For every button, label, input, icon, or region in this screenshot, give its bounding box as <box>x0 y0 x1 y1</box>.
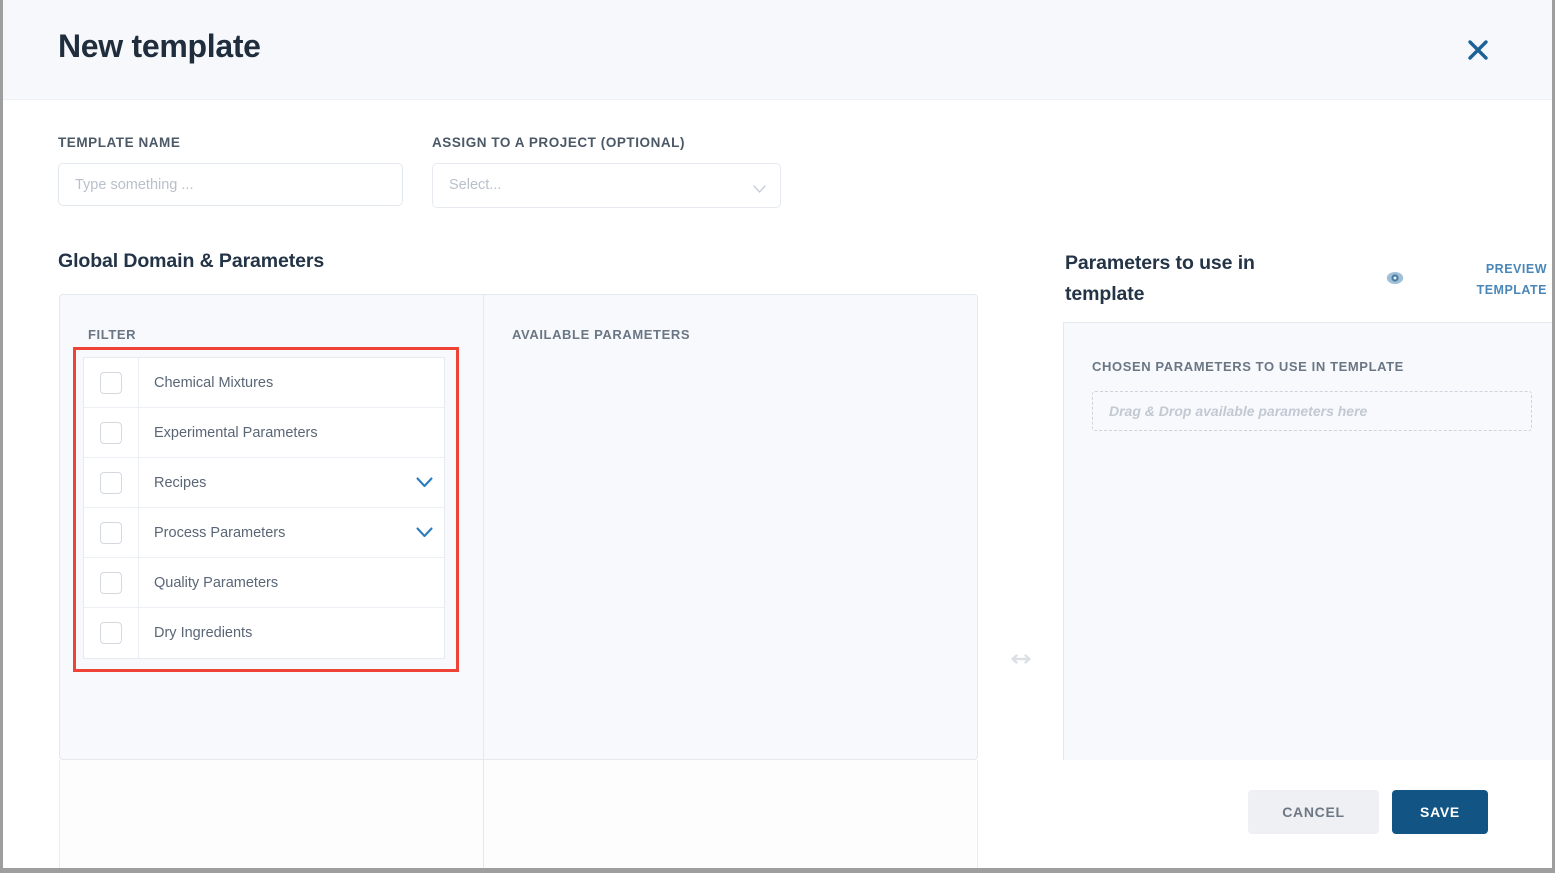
chosen-parameters-panel: CHOSEN PARAMETERS TO USE IN TEMPLATE Dra… <box>1063 322 1552 760</box>
global-domain-section-title: Global Domain & Parameters <box>58 250 325 272</box>
filter-row[interactable]: Chemical Mixtures <box>84 358 444 408</box>
template-name-input[interactable] <box>58 163 403 206</box>
assign-project-value: Select... <box>449 177 502 193</box>
close-icon[interactable] <box>1460 32 1496 68</box>
dropzone-placeholder: Drag & Drop available parameters here <box>1109 403 1368 419</box>
page-title: New template <box>58 28 261 64</box>
filter-row[interactable]: Quality Parameters <box>84 558 444 608</box>
filter-checkbox-cell[interactable] <box>84 508 139 557</box>
filter-checkbox-cell[interactable] <box>84 608 139 658</box>
filter-row[interactable]: Recipes <box>84 458 444 508</box>
filter-row[interactable]: Dry Ingredients <box>84 608 444 658</box>
assign-project-select[interactable]: Select... <box>432 163 781 208</box>
filter-checkbox[interactable] <box>100 521 122 544</box>
assign-project-label: ASSIGN TO A PROJECT (OPTIONAL) <box>432 135 686 150</box>
filter-checkbox[interactable] <box>100 471 122 494</box>
chevron-down-icon[interactable] <box>404 527 444 538</box>
filter-checkbox[interactable] <box>100 622 122 644</box>
horizontal-resize-icon[interactable] <box>1009 650 1033 668</box>
filter-label: Experimental Parameters <box>154 424 318 441</box>
preview-eye-icon[interactable] <box>1385 268 1405 288</box>
filter-checkbox[interactable] <box>100 371 122 394</box>
filter-row[interactable]: Process Parameters <box>84 508 444 558</box>
preview-template-link[interactable]: PREVIEW TEMPLATE <box>1447 259 1547 301</box>
new-template-modal: New template TEMPLATE NAME ASSIGN TO A P… <box>0 0 1555 873</box>
filter-checkbox-cell[interactable] <box>84 408 139 457</box>
filter-checkbox-cell[interactable] <box>84 458 139 507</box>
parameters-dropzone[interactable]: Drag & Drop available parameters here <box>1092 391 1532 431</box>
global-parameters-panel-footer <box>59 760 978 868</box>
save-button[interactable]: SAVE <box>1392 790 1488 834</box>
filter-label: Recipes <box>154 474 207 491</box>
filter-checkbox[interactable] <box>100 421 122 444</box>
panel-column-divider <box>483 294 484 868</box>
filter-column-header: FILTER <box>88 327 137 342</box>
modal-header: New template <box>3 0 1552 100</box>
filter-list: Chemical Mixtures Experimental Parameters… <box>83 357 445 659</box>
filter-checkbox-cell[interactable] <box>84 558 139 607</box>
chosen-parameters-header: CHOSEN PARAMETERS TO USE IN TEMPLATE <box>1092 359 1404 374</box>
filter-label: Quality Parameters <box>154 574 279 591</box>
chevron-down-icon <box>753 181 766 199</box>
filter-checkbox-cell[interactable] <box>84 358 139 407</box>
parameters-section-title: Parameters to use in template <box>1065 252 1255 305</box>
filter-label: Chemical Mixtures <box>154 374 274 391</box>
chevron-down-icon[interactable] <box>404 477 444 488</box>
filter-label: Process Parameters <box>154 524 286 541</box>
available-parameters-column-header: AVAILABLE PARAMETERS <box>512 327 691 342</box>
filter-label: Dry Ingredients <box>154 625 253 641</box>
cancel-button[interactable]: CANCEL <box>1248 790 1379 834</box>
filter-row[interactable]: Experimental Parameters <box>84 408 444 458</box>
filter-checkbox[interactable] <box>100 571 122 594</box>
template-name-label: TEMPLATE NAME <box>58 135 181 150</box>
